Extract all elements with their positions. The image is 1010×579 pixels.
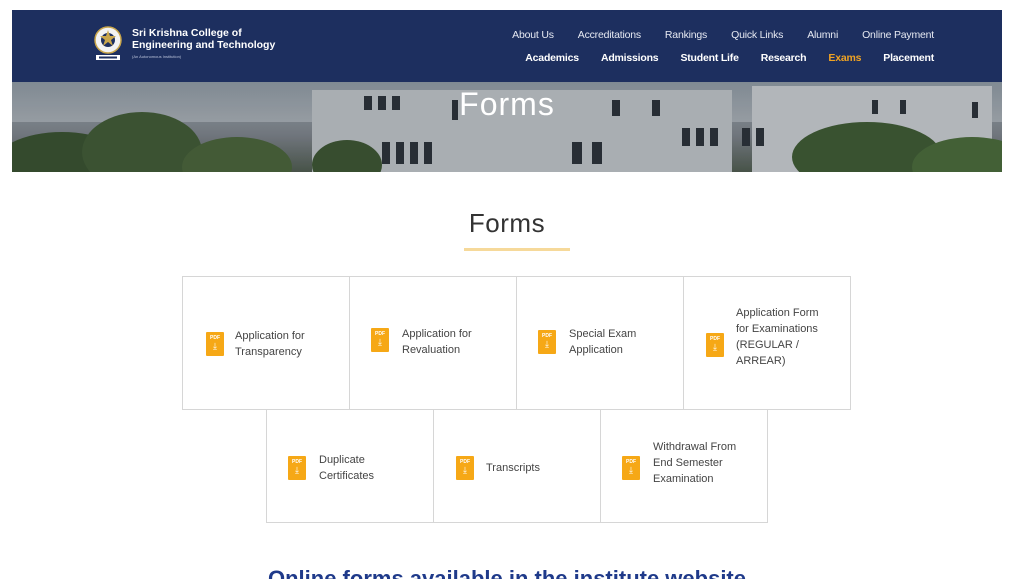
- form-card-label[interactable]: Transcripts: [486, 460, 540, 476]
- pdf-download-icon[interactable]: PDF ⤓: [706, 333, 724, 357]
- title-underline: [464, 248, 570, 251]
- website: Sri Krishna College of Engineering and T…: [12, 10, 1002, 579]
- nav-about-us[interactable]: About Us: [512, 29, 554, 41]
- nav-quick-links[interactable]: Quick Links: [731, 29, 783, 41]
- college-name-line2: Engineering and Technology: [132, 39, 276, 51]
- banner-title: Forms: [459, 86, 555, 122]
- page-banner: Forms: [12, 82, 1002, 172]
- form-card-withdrawal[interactable]: PDF ⤓ Withdrawal From End Semester Examin…: [600, 409, 768, 523]
- form-card-transcripts[interactable]: PDF ⤓ Transcripts: [433, 409, 601, 523]
- nav-rankings[interactable]: Rankings: [665, 29, 707, 41]
- nav-exams[interactable]: Exams: [828, 52, 861, 64]
- pdf-download-icon[interactable]: PDF ⤓: [288, 456, 306, 480]
- nav-accreditations[interactable]: Accreditations: [578, 29, 641, 41]
- nav-online-payment[interactable]: Online Payment: [862, 29, 934, 41]
- pdf-download-icon[interactable]: PDF ⤓: [538, 330, 556, 354]
- college-logo-icon[interactable]: [90, 24, 126, 64]
- left-gutter: [0, 0, 12, 579]
- pdf-download-icon[interactable]: PDF ⤓: [456, 456, 474, 480]
- site-header: Sri Krishna College of Engineering and T…: [12, 10, 1002, 82]
- primary-nav: Academics Admissions Student Life Resear…: [503, 52, 934, 64]
- browser-frame: Sri Krishna College of Engineering and T…: [0, 0, 1010, 579]
- college-name[interactable]: Sri Krishna College of Engineering and T…: [132, 27, 275, 61]
- form-card-label[interactable]: Application for Revaluation: [402, 326, 472, 358]
- form-card-transparency[interactable]: PDF ⤓ Application for Transparency: [182, 276, 350, 410]
- pdf-download-icon[interactable]: PDF ⤓: [622, 456, 640, 480]
- form-card-duplicate-certificates[interactable]: PDF ⤓ Duplicate Certificates: [266, 409, 434, 523]
- pdf-download-icon[interactable]: PDF ⤓: [206, 332, 224, 356]
- form-card-examinations[interactable]: PDF ⤓ Application Form for Examinations (…: [683, 276, 851, 410]
- form-card-revaluation[interactable]: PDF ⤓ Application for Revaluation: [349, 276, 517, 410]
- nav-research[interactable]: Research: [761, 52, 807, 64]
- form-card-label[interactable]: Duplicate Certificates: [319, 452, 374, 484]
- form-card-label[interactable]: Application for Transparency: [235, 328, 305, 360]
- online-forms-note: Online forms available in the institute …: [268, 566, 746, 579]
- secondary-nav: About Us Accreditations Rankings Quick L…: [488, 29, 934, 41]
- nav-alumni[interactable]: Alumni: [807, 29, 838, 41]
- nav-admissions[interactable]: Admissions: [601, 52, 659, 64]
- pdf-download-icon[interactable]: PDF ⤓: [371, 328, 389, 352]
- college-tagline: (An Autonomous Institution): [132, 54, 182, 59]
- nav-placement[interactable]: Placement: [883, 52, 934, 64]
- form-card-label[interactable]: Special Exam Application: [569, 326, 636, 358]
- nav-student-life[interactable]: Student Life: [680, 52, 738, 64]
- page-title: Forms: [468, 208, 546, 238]
- college-name-line1: Sri Krishna College of: [132, 27, 242, 39]
- nav-academics[interactable]: Academics: [525, 52, 579, 64]
- form-card-label[interactable]: Withdrawal From End Semester Examination: [653, 439, 736, 487]
- form-card-label[interactable]: Application Form for Examinations (REGUL…: [736, 305, 819, 369]
- form-card-special-exam[interactable]: PDF ⤓ Special Exam Application: [516, 276, 684, 410]
